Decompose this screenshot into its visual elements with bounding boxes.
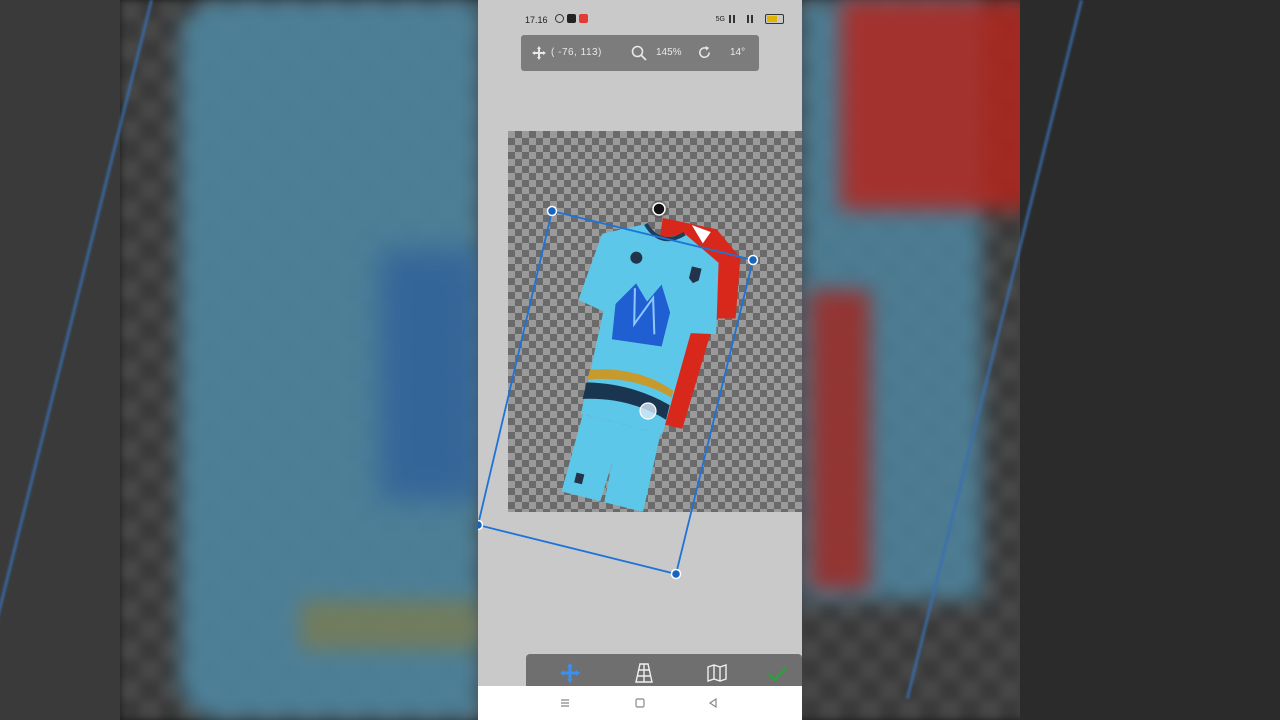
- perspective-tool-icon[interactable]: [633, 662, 655, 684]
- status-time: 17.16: [525, 15, 548, 25]
- signal-icon: [729, 15, 743, 23]
- handle-bottom-left[interactable]: [478, 519, 484, 531]
- whatsapp-icon: [555, 14, 564, 23]
- zoom-readout: 145%: [656, 47, 682, 58]
- move-tool-icon[interactable]: [559, 662, 581, 684]
- jersey-layer[interactable]: [508, 131, 802, 512]
- phone-screen: 17.16 5G ( -76, 113) 145% 14°: [478, 0, 802, 720]
- rotate-icon[interactable]: [697, 45, 712, 60]
- signal-icon-2: [747, 15, 761, 23]
- back-icon[interactable]: [706, 696, 720, 710]
- image-canvas[interactable]: [508, 131, 802, 512]
- system-nav-bar: [478, 686, 802, 720]
- confirm-check-icon[interactable]: [766, 662, 788, 684]
- network-label: 5G: [715, 15, 725, 23]
- zoom-icon[interactable]: [631, 45, 647, 61]
- handle-bottom-right[interactable]: [670, 568, 682, 580]
- move-icon[interactable]: [532, 46, 546, 60]
- notification-icon: [579, 14, 588, 23]
- bottom-toolbar: [526, 654, 802, 690]
- youtube-icon: [567, 14, 576, 23]
- transform-info-bar: ( -76, 113) 145% 14°: [521, 35, 759, 71]
- status-bar: 17.16 5G: [478, 0, 802, 36]
- angle-readout: 14°: [730, 47, 746, 58]
- home-icon[interactable]: [633, 696, 647, 710]
- battery-icon: [765, 14, 784, 24]
- position-readout: ( -76, 113): [551, 47, 602, 58]
- warp-tool-icon[interactable]: [706, 662, 728, 684]
- menu-icon[interactable]: [558, 696, 572, 710]
